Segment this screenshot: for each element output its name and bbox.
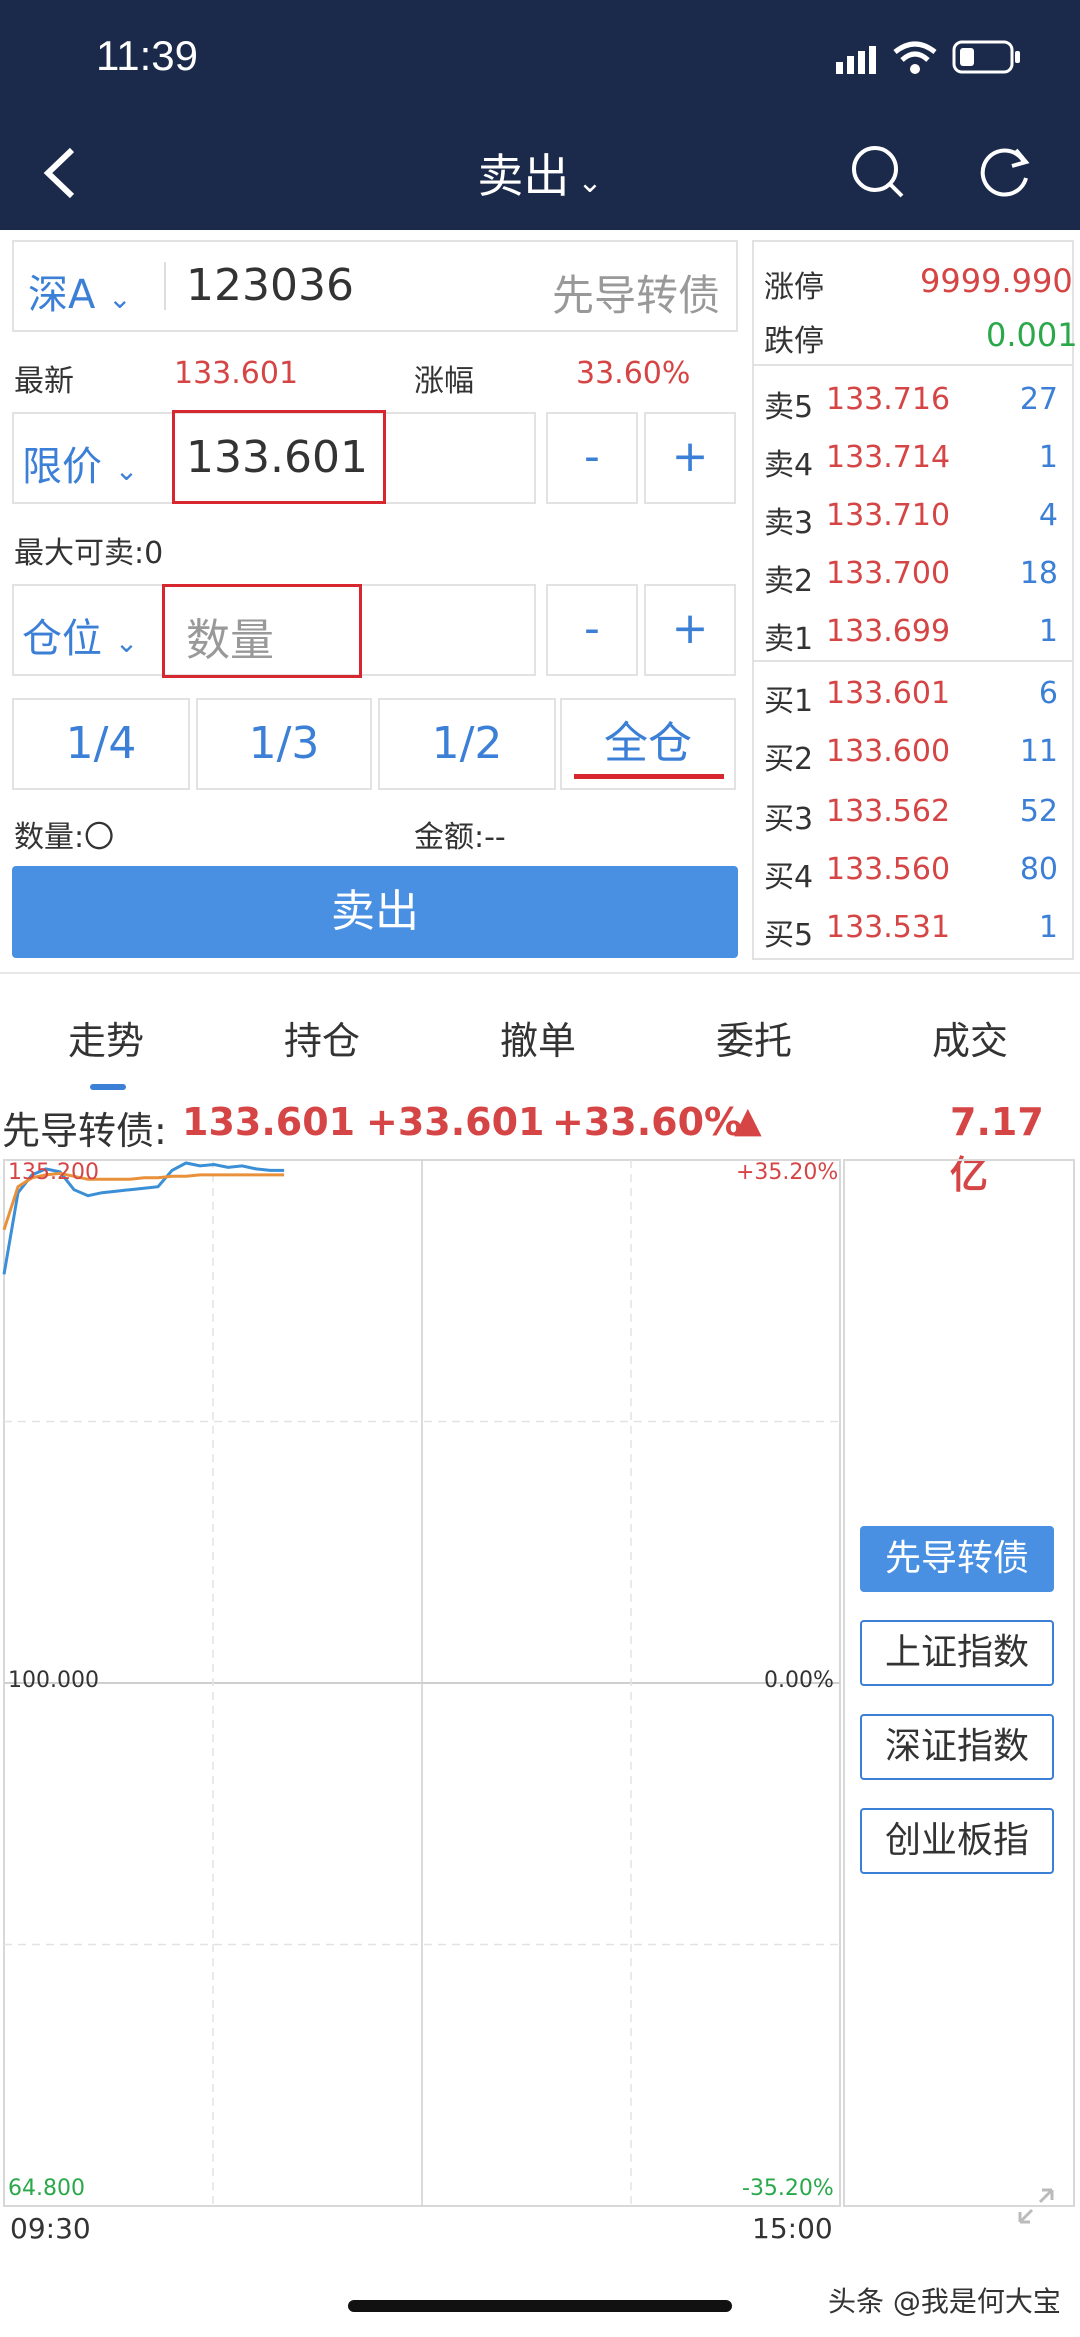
bid-row-3[interactable]: 买3 133.562 52 (764, 784, 1064, 842)
limit-down-label: 跌停 (764, 324, 824, 359)
quantity-minus-button[interactable]: - (546, 584, 638, 676)
ask-row-2[interactable]: 卖2 133.700 18 (764, 546, 1064, 604)
price-highlight (172, 410, 386, 504)
fraction-third-button[interactable]: 1/3 (196, 698, 372, 790)
index-button-chinext[interactable]: 创业板指 (860, 1808, 1054, 1874)
stock-name: 先导转债 (552, 271, 721, 320)
intraday-chart (2, 1159, 1075, 2207)
up-arrow-icon: ▲ (734, 1100, 762, 1141)
home-indicator (348, 2300, 732, 2312)
market-selector[interactable]: 深A ⌄ (28, 262, 132, 320)
price-type-selector[interactable]: 限价 ⌄ (22, 434, 138, 492)
active-tab-indicator (90, 1084, 126, 1090)
price-minus-button[interactable]: - (546, 412, 638, 504)
index-button-szse[interactable]: 深证指数 (860, 1714, 1054, 1780)
chevron-down-icon: ⌄ (577, 165, 603, 200)
index-button-sse[interactable]: 上证指数 (860, 1620, 1054, 1686)
quote-change: +33.601 (366, 1100, 545, 1144)
y-left-mid-label: 100.000 (8, 1668, 99, 1693)
x-end-label: 15:00 (752, 2212, 833, 2245)
status-time: 11:39 (96, 32, 198, 79)
refresh-icon[interactable] (978, 144, 1034, 204)
y-left-top-label: 135.200 (8, 1160, 99, 1185)
full-position-underline (574, 774, 724, 779)
latest-value: 133.601 (174, 356, 299, 391)
limit-up-label: 涨停 (764, 270, 824, 305)
signal-icon (836, 46, 880, 78)
change-value: 33.60% (576, 356, 691, 391)
divider (754, 660, 1072, 662)
divider (164, 262, 166, 310)
divider (754, 364, 1072, 366)
ask-row-4[interactable]: 卖4 133.714 1 (764, 430, 1064, 488)
quote-name: 先导转债: (2, 1109, 167, 1153)
watermark: 头条 @我是何大宝 (828, 2285, 1061, 2318)
ask-row-3[interactable]: 卖3 133.710 4 (764, 488, 1064, 546)
bid-row-5[interactable]: 买5 133.531 1 (764, 900, 1064, 958)
search-icon[interactable] (850, 144, 906, 204)
battery-icon (952, 40, 1022, 78)
nav-title[interactable]: 卖出 ⌄ (0, 140, 1080, 206)
limit-down-value: 0.001 (986, 316, 1078, 354)
latest-label: 最新 (14, 364, 74, 399)
quote-change-pct: +33.60% (552, 1100, 743, 1144)
fraction-quarter-button[interactable]: 1/4 (12, 698, 190, 790)
quantity-highlight (162, 584, 362, 678)
expand-icon[interactable] (1016, 2186, 1056, 2230)
y-right-mid-label: 0.00% (764, 1668, 834, 1693)
chart-area[interactable] (0, 1156, 1080, 2246)
x-start-label: 09:30 (10, 2212, 91, 2245)
bid-row-1[interactable]: 买1 133.601 6 (764, 666, 1064, 724)
tab-cancel[interactable]: 撤单 (500, 1010, 576, 1065)
quantity-summary: 数量:〇 (14, 820, 115, 855)
bid-row-4[interactable]: 买4 133.560 80 (764, 842, 1064, 900)
price-plus-button[interactable]: + (644, 412, 736, 504)
stock-code-input[interactable]: 123036 (186, 260, 354, 311)
tab-orders[interactable]: 委托 (716, 1010, 792, 1065)
y-left-bottom-label: 64.800 (8, 2176, 85, 2201)
tab-positions[interactable]: 持仓 (284, 1010, 360, 1065)
ask-row-5[interactable]: 卖5 133.716 27 (764, 372, 1064, 430)
wifi-icon (892, 40, 938, 80)
tab-deals[interactable]: 成交 (932, 1010, 1008, 1065)
quote-price: 133.601 (182, 1100, 356, 1144)
max-sell-label: 最大可卖:0 (14, 536, 164, 571)
amount-summary: 金额:-- (414, 820, 506, 855)
position-type-selector[interactable]: 仓位 ⌄ (22, 606, 138, 664)
limit-up-value: 9999.990 (920, 262, 1073, 300)
quantity-plus-button[interactable]: + (644, 584, 736, 676)
ask-row-1[interactable]: 卖1 133.699 1 (764, 604, 1064, 662)
change-label: 涨幅 (414, 364, 474, 399)
divider (0, 972, 1080, 974)
index-button-stock[interactable]: 先导转债 (860, 1526, 1054, 1592)
fraction-half-button[interactable]: 1/2 (378, 698, 556, 790)
sell-button[interactable]: 卖出 (12, 866, 738, 958)
tab-trend[interactable]: 走势 (68, 1010, 144, 1065)
bid-row-2[interactable]: 买2 133.600 11 (764, 724, 1064, 782)
y-right-top-label: +35.20% (736, 1160, 839, 1185)
y-right-bottom-label: -35.20% (742, 2176, 834, 2201)
